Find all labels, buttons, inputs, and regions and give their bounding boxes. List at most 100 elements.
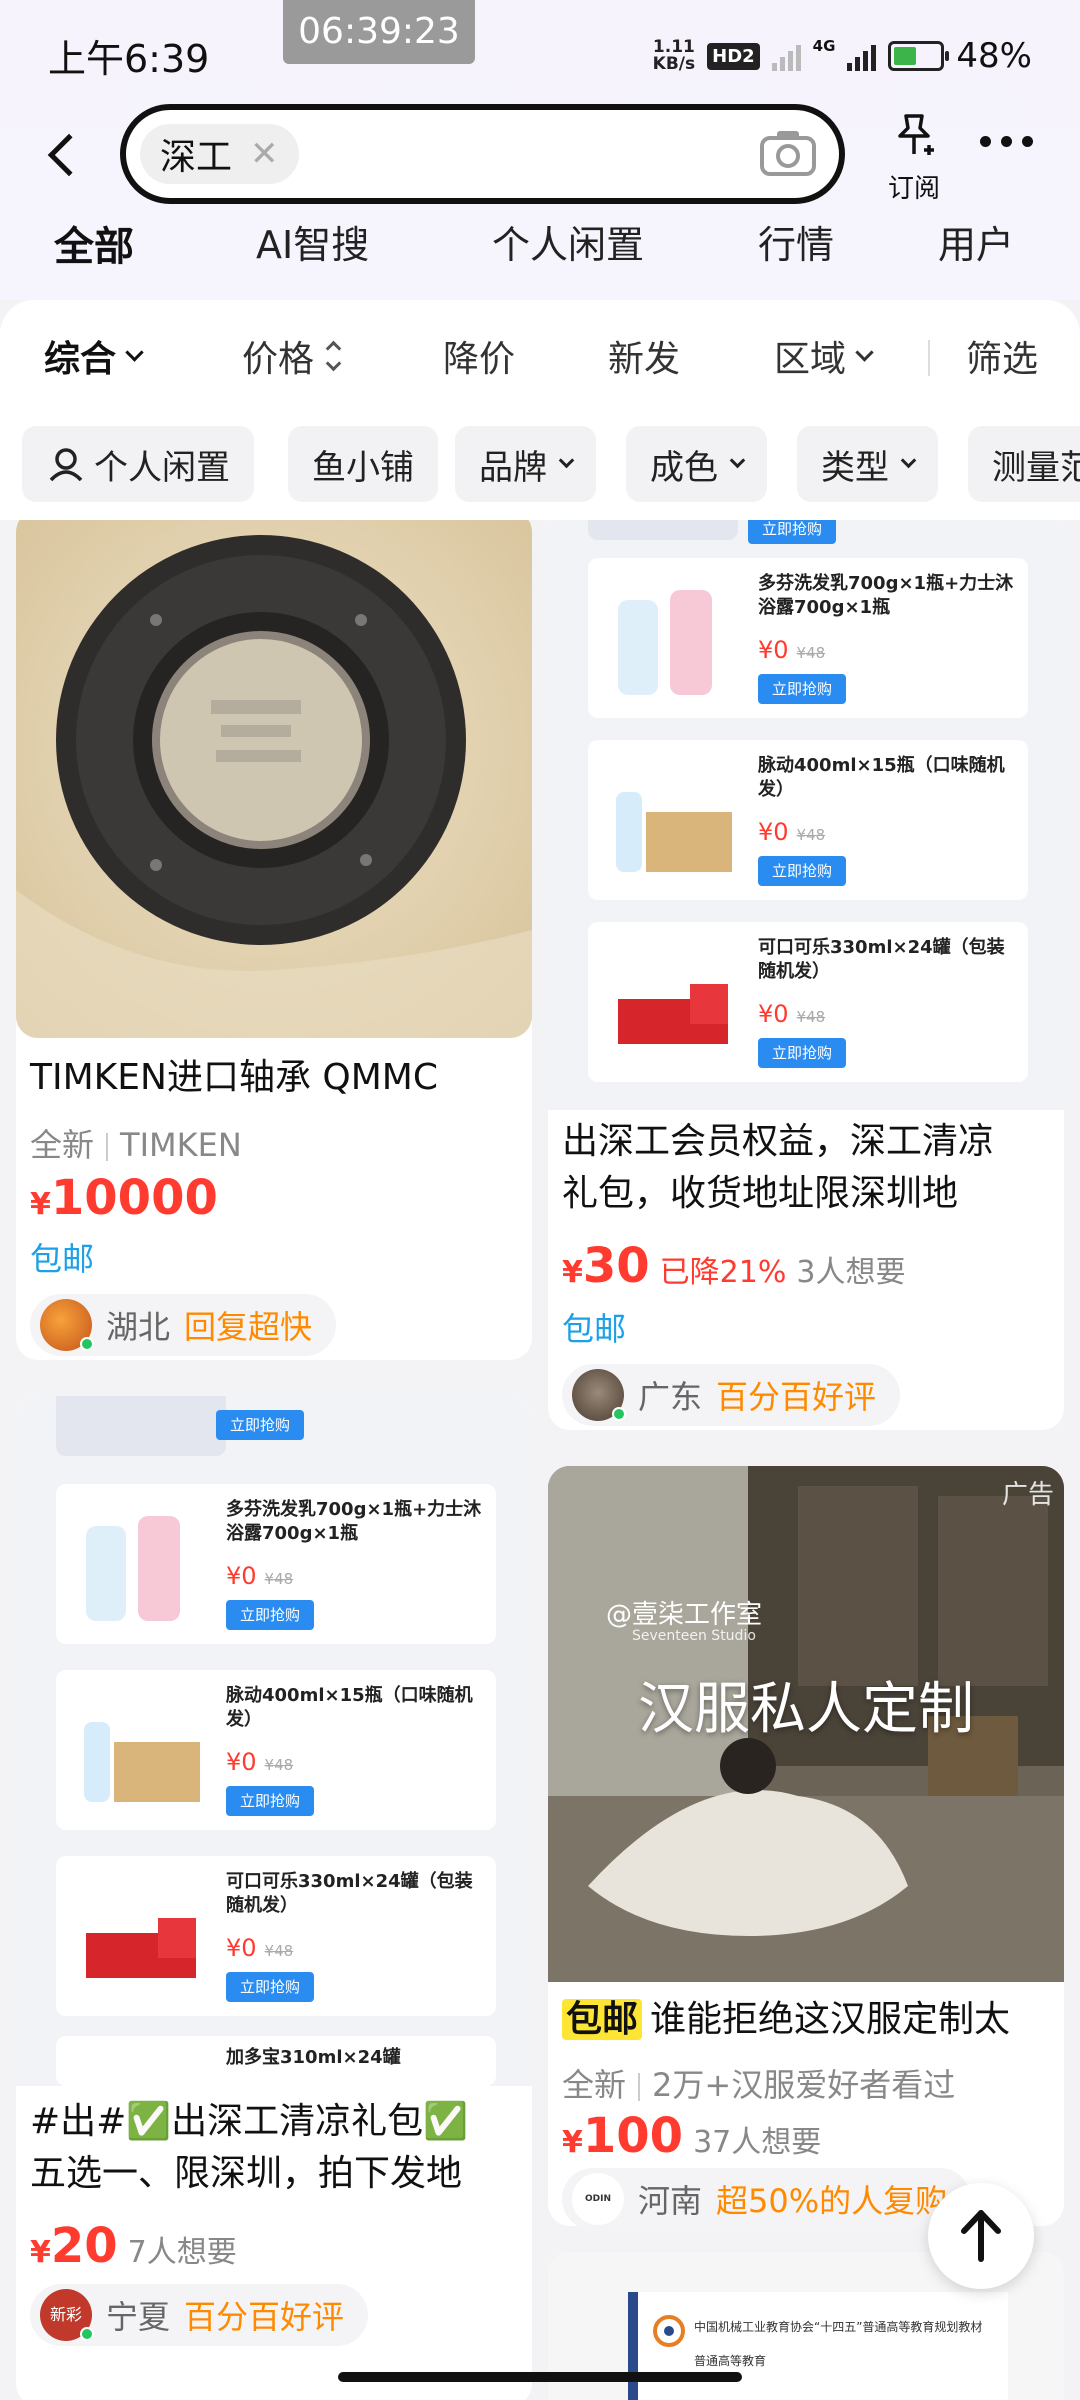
product-image (16, 520, 532, 1038)
seller-avatar (40, 1299, 94, 1351)
header: 上午6:39 06:39:23 1.11 KB/s HD2 4G 48% 深工 (0, 0, 1080, 300)
price-drop: 已降21% (659, 1255, 787, 1290)
network-speed-unit: KB/s (652, 54, 696, 74)
sort-price-drop[interactable]: 降价 (443, 330, 515, 382)
price-line: ¥100 37人想要 (562, 2108, 821, 2164)
subscribe-button[interactable]: 订阅 (872, 110, 956, 205)
seller-info[interactable]: ODIN SEVEN 河南 超50%的人复购 (562, 2168, 972, 2226)
product-card[interactable]: TIMKEN进口轴承 QMMC 全新 TIMKEN ¥10000 包邮 湖北 回复… (16, 520, 532, 1360)
price-line: ¥30 已降21% 3人想要 (562, 1238, 905, 1294)
product-card[interactable]: 立即抢购 多芬洗发乳700g×1瓶+力士沐浴露700g×1瓶 ¥0 ¥48 立即抢… (16, 1396, 532, 2400)
back-to-top-button[interactable] (928, 2183, 1034, 2289)
home-indicator[interactable] (338, 2372, 742, 2382)
tab-users[interactable]: 用户 (938, 214, 1014, 269)
ad-label: 广告 (1001, 1480, 1054, 1510)
want-count: 7人想要 (127, 2235, 237, 2270)
seller-info[interactable]: 广东 百分百好评 (562, 1364, 901, 1426)
want-count: 37人想要 (693, 2125, 822, 2160)
filter-type[interactable]: 类型 (797, 426, 938, 502)
product-meta: 全新 TIMKEN (30, 1126, 242, 1164)
product-image: 广告 @壹柒工作室 Seventeen Studio 汉服私人定制 (548, 1466, 1064, 1982)
filter-personal-idle[interactable]: 个人闲置 (22, 426, 254, 502)
more-options-icon[interactable] (980, 136, 1033, 147)
filter-condition[interactable]: 成色 (626, 426, 767, 502)
search-box[interactable]: 深工 ✕ (120, 104, 845, 204)
buy-now-button: 立即抢购 (748, 520, 836, 544)
chevron-down-icon (125, 342, 144, 362)
seller-tag: 超50%的人复购 (716, 2182, 948, 2220)
product-feed: TIMKEN进口轴承 QMMC 全新 TIMKEN ¥10000 包邮 湖北 回复… (0, 520, 1080, 2400)
sort-filter-panel: 综合 价格 降价 新发 区域 筛选 个人闲置 鱼小铺 品牌 成色 类型 测量范 (0, 300, 1080, 520)
product-title: #出#✅出深工清凉礼包✅ 五选一、限深圳，拍下发地 (30, 2101, 468, 2194)
price: ¥20 (30, 2218, 118, 2274)
divider (928, 340, 930, 376)
status-icons: 1.11 KB/s HD2 4G 48% (653, 34, 1032, 78)
want-count: 3人想要 (796, 1255, 906, 1290)
free-shipping-label: 包邮 (562, 1310, 627, 1348)
status-bar: 上午6:39 06:39:23 1.11 KB/s HD2 4G 48% (0, 0, 1080, 100)
chevron-down-icon (900, 452, 917, 468)
seller-info[interactable]: 湖北 回复超快 (30, 1294, 337, 1356)
sort-row: 综合 价格 降价 新发 区域 筛选 (0, 330, 1080, 390)
price: ¥100 (562, 2108, 684, 2164)
pin-icon (898, 114, 934, 155)
product-title: TIMKEN进口轴承 QMMC (30, 1057, 438, 1098)
product-title: 出深工会员权益，深工清凉 礼包，收货地址限深圳地 (562, 1121, 995, 1214)
filter-brand[interactable]: 品牌 (455, 426, 596, 502)
chevron-down-icon (855, 342, 874, 362)
filter-measure-range[interactable]: 测量范 (968, 426, 1080, 502)
screen-record-timer: 06:39:23 (283, 0, 475, 64)
chevron-down-icon (729, 452, 746, 468)
seller-region: 广东 (638, 1378, 703, 1416)
sort-comprehensive[interactable]: 综合 (44, 330, 144, 382)
seller-tag: 百分百好评 (716, 1378, 877, 1416)
arrow-up-icon (961, 2210, 1001, 2262)
sort-newest[interactable]: 新发 (608, 330, 680, 382)
seller-avatar: 新彩 (40, 2289, 94, 2341)
price-line: ¥10000 (30, 1170, 218, 1226)
search-row: 深工 ✕ 订阅 (0, 100, 1080, 210)
battery-icon (888, 41, 950, 71)
studio-name-en: Seventeen Studio (632, 1628, 756, 1644)
tab-market[interactable]: 行情 (758, 214, 834, 269)
clear-keyword-icon[interactable]: ✕ (250, 134, 279, 174)
person-icon (49, 448, 83, 482)
tab-all[interactable]: 全部 (50, 214, 138, 272)
studio-name: @壹柒工作室 (606, 1600, 763, 1630)
camera-icon[interactable] (759, 128, 817, 178)
back-button[interactable] (40, 120, 100, 190)
search-keyword: 深工 (160, 137, 233, 178)
sort-price[interactable]: 价格 (242, 330, 342, 382)
price: ¥30 (562, 1238, 650, 1294)
tab-personal-idle[interactable]: 个人闲置 (492, 214, 644, 269)
book-subtitle: 普通高等教育 (694, 2354, 767, 2368)
free-shipping-badge: 包邮 (562, 1999, 643, 2040)
status-time: 上午6:39 (48, 37, 210, 81)
publisher-logo-icon (653, 2315, 685, 2347)
sort-filter[interactable]: 筛选 (966, 330, 1038, 382)
product-title: 包邮 谁能拒绝这汉服定制太 (562, 1994, 1010, 2046)
sort-region[interactable]: 区域 (774, 330, 874, 382)
tab-ai-search[interactable]: AI智搜 (256, 214, 369, 269)
seller-region: 宁夏 (106, 2298, 171, 2336)
seller-region: 河南 (638, 2182, 703, 2220)
product-card[interactable]: 立即抢购 多芬洗发乳700g×1瓶+力士沐浴露700g×1瓶 ¥0 ¥48 立即抢… (548, 520, 1064, 1430)
seller-avatar: ODIN SEVEN (572, 2173, 624, 2225)
hd-voice-icon: HD2 (707, 42, 760, 70)
back-arrow-icon (47, 133, 91, 177)
product-image: 立即抢购 多芬洗发乳700g×1瓶+力士沐浴露700g×1瓶 ¥0 ¥48 立即抢… (548, 520, 1064, 1110)
free-shipping-label: 包邮 (30, 1240, 95, 1278)
search-tabs: 全部 AI智搜 个人闲置 行情 用户 (0, 214, 1080, 284)
seller-tag: 回复超快 (184, 1308, 313, 1346)
subscribe-label: 订阅 (887, 174, 940, 204)
search-keyword-chip[interactable]: 深工 ✕ (140, 124, 299, 184)
filter-fish-shop[interactable]: 鱼小铺 (288, 426, 438, 502)
ad-card[interactable]: 广告 @壹柒工作室 Seventeen Studio 汉服私人定制 包邮 谁能拒绝… (548, 1466, 1064, 2226)
seller-avatar (572, 1369, 626, 1421)
seller-info[interactable]: 新彩 宁夏 百分百好评 (30, 2284, 369, 2346)
battery-percent: 48% (956, 36, 1032, 76)
price: ¥10000 (30, 1170, 218, 1226)
filter-chips: 个人闲置 鱼小铺 品牌 成色 类型 测量范 (0, 426, 1080, 502)
sort-updown-icon (325, 340, 342, 372)
book-series: 中国机械工业教育协会“十四五”普通高等教育规划教材 (694, 2320, 983, 2334)
